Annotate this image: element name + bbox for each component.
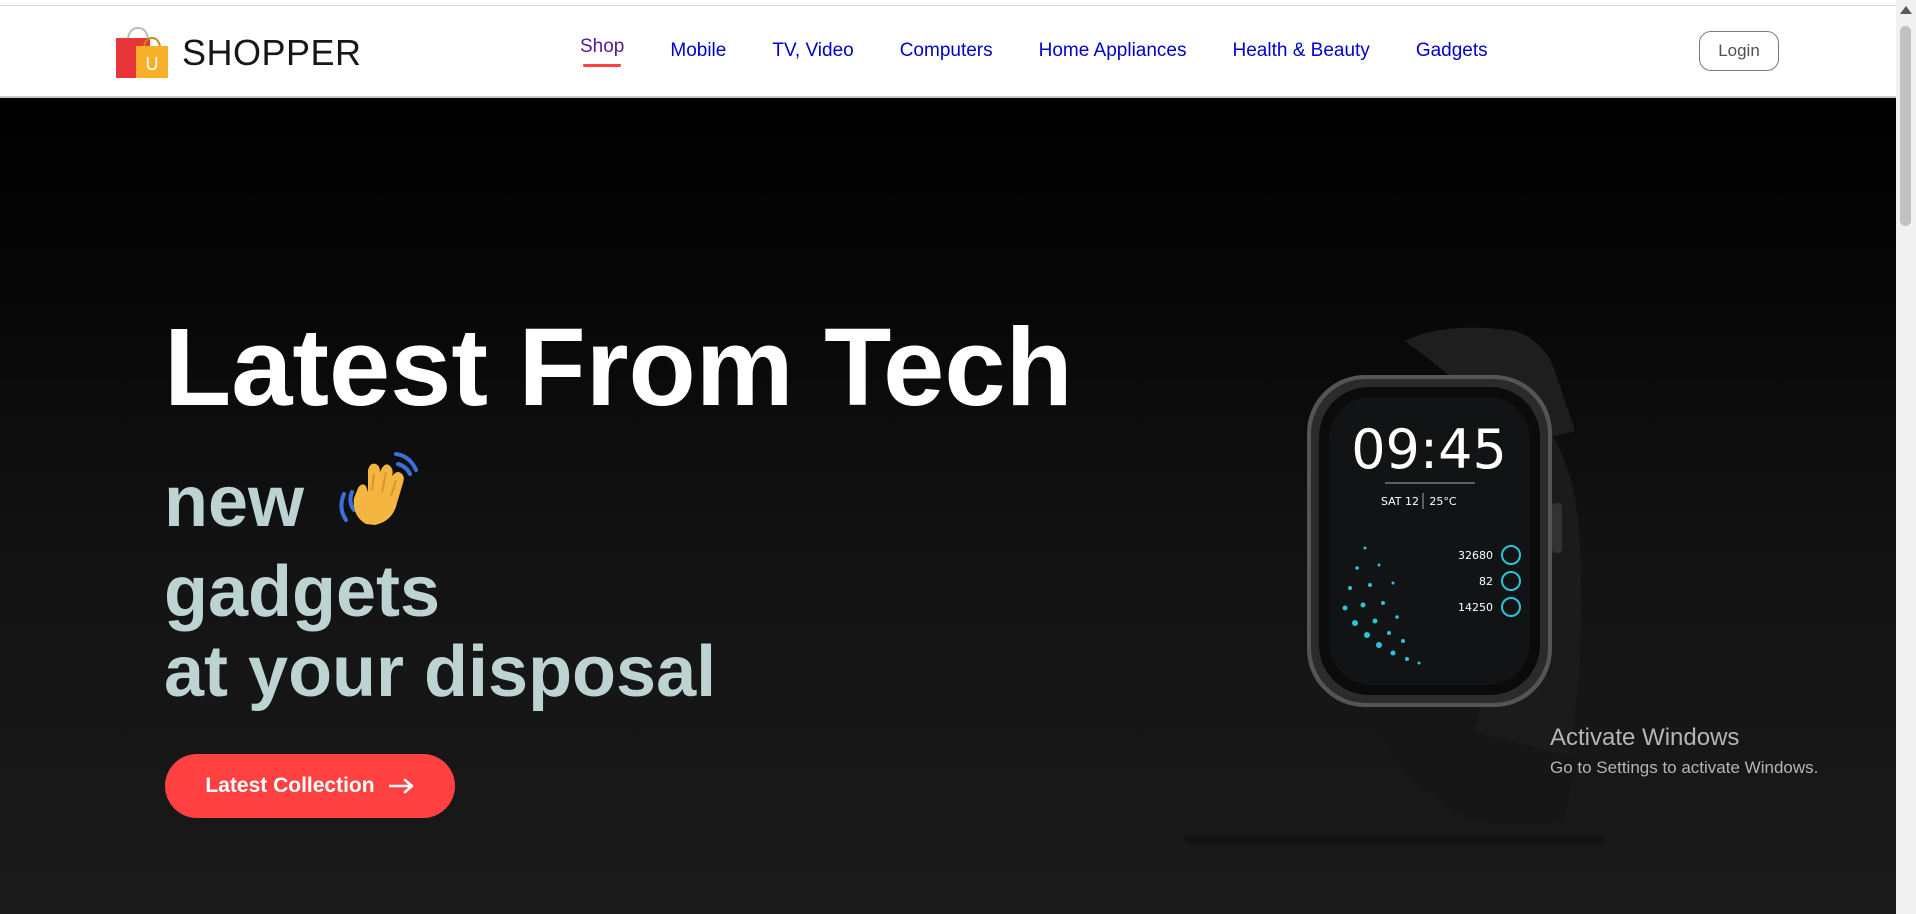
watch-date: SAT 12 (1381, 495, 1419, 508)
nav-tv-video[interactable]: TV, Video (772, 40, 853, 62)
watch-time: 09:45 (1351, 418, 1507, 481)
nav-mobile[interactable]: Mobile (670, 40, 726, 62)
watch-temp: 25°C (1429, 495, 1456, 508)
hero-banner: Latest From Tech new gadgets at your dis… (0, 98, 1896, 914)
nav-health-beauty[interactable]: Health & Beauty (1233, 40, 1370, 62)
activation-title: Activate Windows (1550, 724, 1740, 751)
waving-hand-icon (339, 452, 418, 525)
scroll-up-arrow-icon[interactable] (1900, 6, 1912, 14)
brand-name: SHOPPER (182, 32, 362, 73)
logo[interactable]: U SHOPPER (114, 24, 362, 82)
main-menu: Shop Mobile TV, Video Computers Home App… (580, 6, 1534, 96)
hero-line-gadgets: gadgets (164, 552, 441, 632)
nav-home-appliances[interactable]: Home Appliances (1039, 40, 1187, 62)
windows-activation-watermark: Activate Windows Go to Settings to activ… (1550, 724, 1818, 778)
navbar: U SHOPPER Shop Mobile TV, Video Computer… (0, 6, 1896, 98)
hero-line-disposal: at your disposal (164, 632, 717, 712)
nav-gadgets[interactable]: Gadgets (1416, 40, 1488, 62)
latest-collection-button[interactable]: Latest Collection (165, 754, 455, 818)
watch-shadow (1185, 838, 1605, 842)
activation-subtitle: Go to Settings to activate Windows. (1550, 758, 1819, 777)
hero-line-new: new (164, 462, 305, 542)
vertical-scrollbar[interactable] (1896, 0, 1916, 914)
hero-title: Latest From Tech (164, 306, 1073, 429)
arrow-right-icon (388, 778, 413, 794)
watch-stat-heart: 82 (1479, 575, 1493, 588)
nav-shop[interactable]: Shop (580, 36, 624, 67)
watch-stat-steps: 32680 (1458, 549, 1493, 562)
cta-label: Latest Collection (205, 774, 375, 797)
shopping-bag-icon: U (116, 26, 168, 78)
login-button[interactable]: Login (1699, 31, 1779, 71)
nav-computers[interactable]: Computers (900, 40, 993, 62)
scroll-thumb[interactable] (1900, 26, 1911, 226)
svg-text:U: U (146, 54, 159, 74)
watch-stat-distance: 14250 (1458, 601, 1493, 614)
